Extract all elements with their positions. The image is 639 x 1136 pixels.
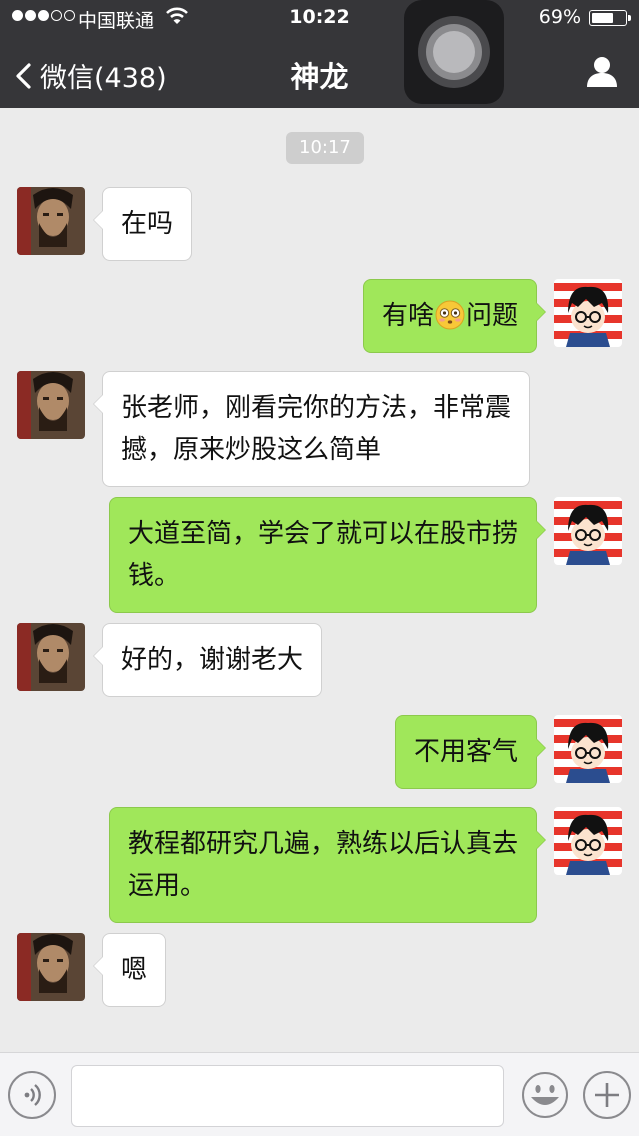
outgoing-message-bubble[interactable]: 有啥 问题	[362, 279, 547, 353]
chat-area[interactable]: 10:17 在吗 有啥 问题 张老师，刚看完你的方法，非常震 撼，原来炒股这么简…	[0, 108, 639, 1052]
message-text: 有啥	[381, 301, 434, 331]
outgoing-message-bubble[interactable]: 大道至简，学会了就可以在股市捞 钱。	[108, 497, 547, 613]
my-avatar[interactable]	[554, 279, 622, 347]
my-avatar[interactable]	[554, 715, 622, 783]
battery-fill	[592, 13, 613, 23]
profile-icon[interactable]	[585, 54, 619, 88]
message-text-line: 运用。	[127, 871, 206, 901]
message-text: 好的，谢谢老大	[121, 645, 304, 675]
outgoing-message-bubble[interactable]: 教程都研究几遍，熟练以后认真去 运用。	[108, 807, 547, 923]
message-text: 嗯	[121, 955, 148, 985]
contact-avatar[interactable]	[17, 187, 85, 255]
status-bar: 中国联通 10:22 69%	[0, 0, 639, 36]
plus-icon	[595, 1083, 619, 1107]
incoming-message-bubble[interactable]: 在吗	[92, 187, 193, 261]
message-text-line: 钱。	[127, 561, 180, 591]
flushed-face-emoji-icon	[435, 300, 465, 330]
voice-icon	[24, 1084, 41, 1106]
assistive-touch-button[interactable]	[404, 0, 504, 104]
incoming-message-bubble[interactable]: 张老师，刚看完你的方法，非常震 撼，原来炒股这么简单	[92, 371, 531, 487]
message-text: 问题	[465, 301, 518, 331]
incoming-message-bubble[interactable]: 嗯	[92, 933, 167, 1007]
top-bar: 中国联通 10:22 69% 微信(438) 神龙	[0, 0, 639, 108]
message-text: 不用客气	[413, 737, 518, 767]
timestamp-label: 10:17	[286, 132, 364, 164]
battery-icon	[589, 10, 631, 26]
message-text-line: 大道至简，学会了就可以在股市捞	[127, 519, 518, 549]
message-text: 在吗	[121, 209, 174, 239]
outgoing-message-bubble[interactable]: 不用客气	[394, 715, 547, 789]
chat-title: 神龙	[290, 60, 349, 94]
my-avatar[interactable]	[554, 497, 622, 565]
contact-avatar[interactable]	[17, 933, 85, 1001]
more-options-button[interactable]	[583, 1071, 631, 1119]
emoji-button-icon[interactable]	[521, 1071, 569, 1119]
battery-percent: 69%	[538, 6, 581, 28]
nav-bar: 微信(438) 神龙	[0, 36, 639, 108]
incoming-message-bubble[interactable]: 好的，谢谢老大	[92, 623, 323, 697]
message-text-line: 张老师，刚看完你的方法，非常震	[121, 393, 512, 423]
my-avatar[interactable]	[554, 807, 622, 875]
message-input[interactable]	[71, 1065, 504, 1127]
contact-avatar[interactable]	[17, 371, 85, 439]
message-text-line: 教程都研究几遍，熟练以后认真去	[127, 829, 518, 859]
contact-avatar[interactable]	[17, 623, 85, 691]
message-text-line: 撼，原来炒股这么简单	[121, 435, 382, 465]
voice-input-button[interactable]	[8, 1071, 56, 1119]
input-toolbar	[0, 1052, 639, 1136]
